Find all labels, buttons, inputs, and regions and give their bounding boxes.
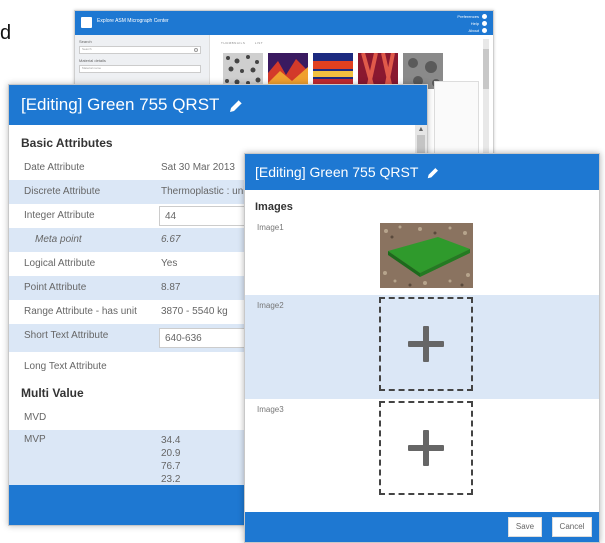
image-row-2: Image2 <box>245 295 599 399</box>
tab-thumbnails[interactable]: THUMBNAILS <box>221 41 245 45</box>
attribute-label: Discrete Attribute <box>24 186 101 197</box>
clipped-text-fragment: d <box>0 22 12 44</box>
dialog-header: [Editing] Green 755 QRST <box>245 154 599 190</box>
logical-value[interactable]: Yes <box>161 258 177 269</box>
search-input[interactable]: Search <box>79 46 201 54</box>
attribute-label: Logical Attribute <box>24 258 96 269</box>
point-value[interactable]: 8.87 <box>161 282 180 293</box>
mvp-value[interactable]: 20.9 <box>161 447 180 460</box>
attribute-label: Integer Attribute <box>24 210 95 221</box>
dialog-title: [Editing] Green 755 QRST <box>255 164 419 180</box>
help-icon <box>482 21 487 27</box>
view-tabs: THUMBNAILS LIST <box>221 41 271 45</box>
attribute-label: Short Text Attribute <box>24 330 109 341</box>
dialog-header: [Editing] Green 755 QRST <box>9 85 427 125</box>
edit-dialog-images: [Editing] Green 755 QRST Images Image1 I… <box>244 153 600 543</box>
gear-icon <box>482 14 487 20</box>
details-panel <box>434 81 479 157</box>
image-upload-dropzone[interactable] <box>379 401 473 495</box>
attribute-label: MVP <box>24 434 46 445</box>
app-title: Explore ASM Micrograph Center <box>97 18 169 24</box>
dialog-title: [Editing] Green 755 QRST <box>21 95 220 114</box>
image-label: Image2 <box>257 301 284 310</box>
material-name-input[interactable]: Material name <box>79 65 201 73</box>
search-label: Search <box>79 39 92 44</box>
scroll-up-icon[interactable]: ▲ <box>415 125 427 135</box>
menu-item-preferences[interactable]: Preferences <box>457 13 487 20</box>
meta-point-value: 6.67 <box>161 234 181 245</box>
attribute-label: Point Attribute <box>24 282 87 293</box>
save-button[interactable]: Save <box>508 517 542 537</box>
scrollbar[interactable] <box>483 39 489 157</box>
tab-list[interactable]: LIST <box>255 41 263 45</box>
image-row-1: Image1 <box>245 221 599 295</box>
attribute-label: MVD <box>24 412 47 423</box>
range-value[interactable]: 3870 - 5540 kg <box>161 306 228 317</box>
app-top-menu: Preferences Help About <box>457 13 487 34</box>
image-label: Image3 <box>257 405 284 414</box>
attribute-label: Long Text Attribute <box>24 361 107 372</box>
menu-item-help[interactable]: Help <box>457 20 487 27</box>
plus-icon <box>408 430 444 466</box>
info-icon <box>482 28 487 34</box>
app-logo-icon <box>81 17 92 28</box>
discrete-value[interactable]: Thermoplastic : uni <box>161 186 245 197</box>
plus-icon <box>408 326 444 362</box>
section-title-basic: Basic Attributes <box>21 136 113 150</box>
attribute-label: Range Attribute - has unit <box>24 306 137 317</box>
mvp-value[interactable]: 76.7 <box>161 460 180 473</box>
attribute-label: Date Attribute <box>24 162 85 173</box>
pencil-icon[interactable] <box>426 166 440 180</box>
date-value[interactable]: Sat 30 Mar 2013 <box>161 162 235 173</box>
dialog-footer: Save Cancel <box>245 512 599 542</box>
image-row-3: Image3 <box>245 399 599 509</box>
section-title-images: Images <box>255 201 293 213</box>
image-preview[interactable] <box>380 223 473 288</box>
material-details-label: Material details <box>79 58 106 63</box>
mvp-value[interactable]: 34.4 <box>161 434 180 447</box>
pencil-icon[interactable] <box>228 98 244 114</box>
cancel-button[interactable]: Cancel <box>552 517 592 537</box>
app-top-bar: Explore ASM Micrograph Center Preference… <box>75 11 493 35</box>
attribute-label: Meta point <box>35 234 82 245</box>
mvp-values: 34.4 20.9 76.7 23.2 <box>161 434 180 486</box>
image-upload-dropzone[interactable] <box>379 297 473 391</box>
search-icon <box>194 48 198 52</box>
menu-item-about[interactable]: About <box>457 27 487 34</box>
image-label: Image1 <box>257 223 284 232</box>
